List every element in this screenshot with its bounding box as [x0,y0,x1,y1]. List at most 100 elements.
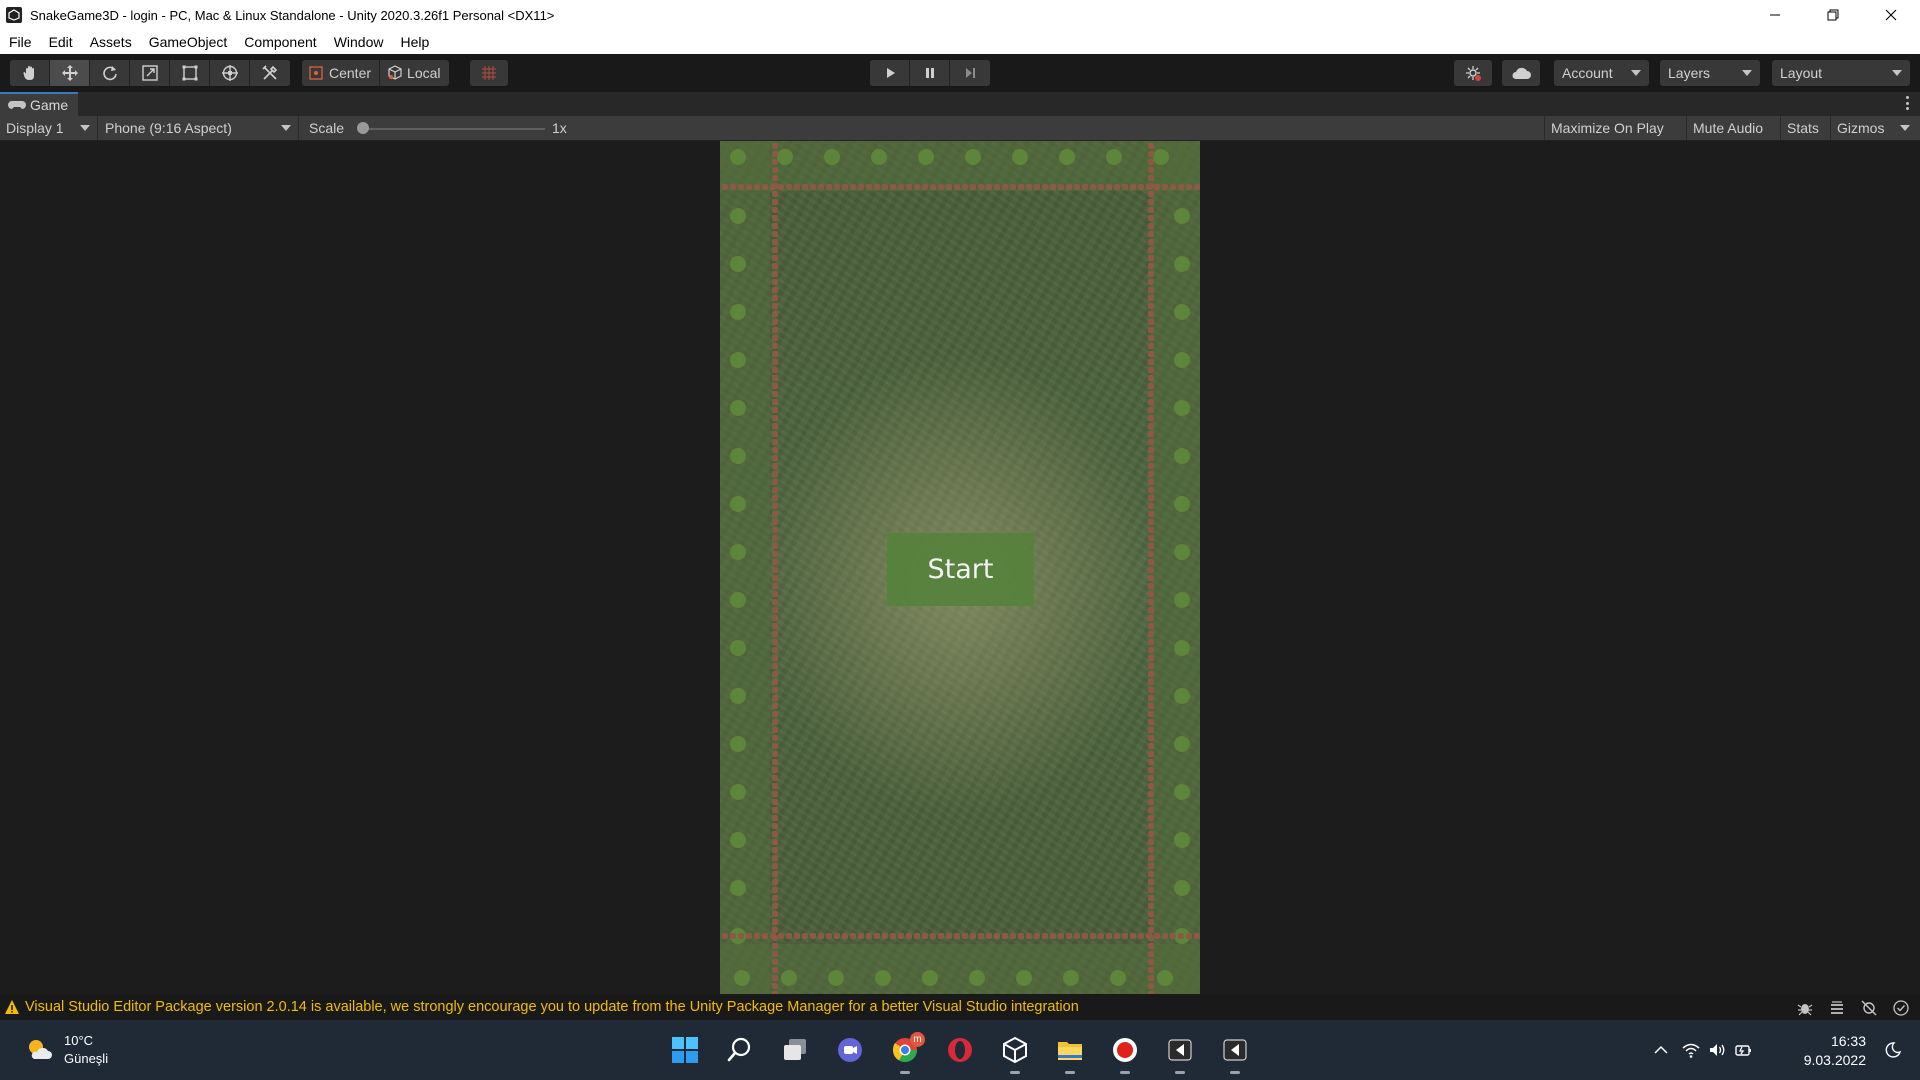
tab-game[interactable]: Game [0,92,79,116]
teams-chat-button[interactable] [830,1030,870,1070]
file-explorer-button[interactable] [1050,1030,1090,1074]
account-dropdown[interactable]: Account [1554,60,1649,86]
unity-hub-icon [1003,1036,1027,1064]
custom-tool-button[interactable] [250,60,290,86]
grid-snap-icon [482,66,496,80]
hand-tool-button[interactable] [10,60,50,86]
task-view-button[interactable] [775,1030,815,1070]
chrome-badge: m [910,1032,925,1047]
move-tool-button[interactable] [50,60,90,86]
gizmos-dropdown-icon[interactable] [1900,125,1910,131]
minimize-button[interactable] [1746,0,1804,30]
chevron-up-icon[interactable] [1652,1041,1670,1059]
sun-cloud-icon [29,1040,52,1059]
unity-hub-button[interactable] [995,1030,1035,1074]
menu-component[interactable]: Component [235,30,324,54]
menu-assets[interactable]: Assets [81,30,140,54]
start-button[interactable]: Start [887,533,1034,606]
transform-tool-icon [221,65,238,81]
stats-toggle[interactable]: Stats [1780,116,1825,140]
menu-bar: File Edit Assets GameObject Component Wi… [0,30,1920,54]
collab-button[interactable] [1454,60,1492,86]
console-status-bar[interactable]: Visual Studio Editor Package version 2.0… [0,994,1920,1020]
menu-edit[interactable]: Edit [40,30,81,54]
pause-button[interactable] [910,60,950,86]
gamepad-icon [8,101,26,109]
tab-options-icon[interactable] [1906,96,1910,110]
cloud-icon [1512,67,1531,79]
restore-button[interactable] [1804,0,1862,30]
rotate-tool-icon [102,66,117,81]
transform-tool-button[interactable] [210,60,250,86]
menu-gameobject[interactable]: GameObject [140,30,236,54]
auto-generate-icon[interactable] [1860,999,1878,1017]
hand-tool-icon [22,66,34,80]
unity-editor-button[interactable] [1160,1030,1200,1074]
visual-studio-icon-2 [1223,1039,1247,1061]
lighting-icon[interactable] [1828,999,1846,1017]
recorder-icon [1113,1038,1137,1062]
chevron-down-icon [1892,70,1902,76]
playmode-controls [870,60,990,86]
gizmos-toggle[interactable]: Gizmos [1830,116,1890,140]
layout-dropdown[interactable]: Layout [1772,60,1910,86]
collab-icon [1466,66,1481,81]
unity-editor-button-2[interactable] [1215,1030,1255,1074]
debug-bug-icon[interactable] [1796,999,1814,1017]
recorder-button[interactable] [1105,1030,1145,1074]
rect-tool-button[interactable] [170,60,210,86]
scale-tool-button[interactable] [130,60,170,86]
pivot-local-button[interactable]: Local [380,60,448,86]
weather-temperature: 10°C [64,1033,94,1048]
mute-audio-toggle[interactable]: Mute Audio [1686,116,1769,140]
pivot-local-icon [388,65,402,80]
scale-label: Scale [309,120,345,136]
pivot-center-button[interactable]: Center [302,60,381,86]
chevron-down-icon [1631,70,1641,76]
wifi-icon[interactable] [1682,1041,1700,1059]
close-button[interactable] [1862,0,1920,30]
layers-dropdown[interactable]: Layers [1660,60,1760,86]
game-tab-bar: Game [0,92,1920,116]
play-icon [886,68,895,78]
step-button[interactable] [950,60,990,86]
running-indicator [1065,1071,1075,1074]
chrome-button[interactable]: m [885,1030,925,1074]
display-dropdown[interactable]: Display 1 [0,116,98,140]
close-icon [1885,9,1897,21]
weather-widget[interactable]: 10°C Güneşli [24,1032,108,1068]
play-button[interactable] [870,60,910,86]
cloud-button[interactable] [1502,60,1540,86]
maximize-on-play-toggle[interactable]: Maximize On Play [1544,116,1670,140]
pivot-center-label: Center [329,65,372,81]
visual-studio-icon [1168,1039,1192,1061]
title-bar: SnakeGame3D - login - PC, Mac & Linux St… [0,0,1920,30]
check-circle-icon[interactable] [1892,999,1910,1017]
aspect-dropdown[interactable]: Phone (9:16 Aspect) [99,116,299,140]
account-label: Account [1562,65,1613,81]
game-canvas[interactable]: Start [720,141,1200,994]
menu-file[interactable]: File [0,30,40,54]
tab-game-label: Game [30,97,69,113]
layout-label: Layout [1780,65,1823,81]
menu-help[interactable]: Help [391,30,437,54]
pause-icon [925,68,934,78]
chevron-down-icon [1742,70,1752,76]
volume-icon[interactable] [1708,1041,1726,1059]
aspect-label: Phone (9:16 Aspect) [105,120,232,136]
menu-window[interactable]: Window [325,30,392,54]
scale-slider-track[interactable] [360,128,545,130]
rotate-tool-button[interactable] [90,60,130,86]
search-button[interactable] [720,1030,760,1070]
clock[interactable]: 16:33 9.03.2022 [1804,1032,1866,1070]
windows-taskbar: 10°C Güneşli m 16:33 9.03.2022 [0,1020,1920,1080]
battery-icon[interactable] [1734,1041,1752,1059]
pivot-center-icon [309,66,323,80]
scale-slider-handle[interactable] [357,122,369,134]
toolbar: Center Local Account Layers Layout [0,54,1920,92]
opera-button[interactable] [940,1030,980,1070]
focus-assist-icon[interactable] [1884,1041,1902,1059]
start-button[interactable] [665,1030,705,1070]
system-tray: 16:33 9.03.2022 [1620,1020,1920,1080]
grid-snap-button[interactable] [470,60,508,86]
